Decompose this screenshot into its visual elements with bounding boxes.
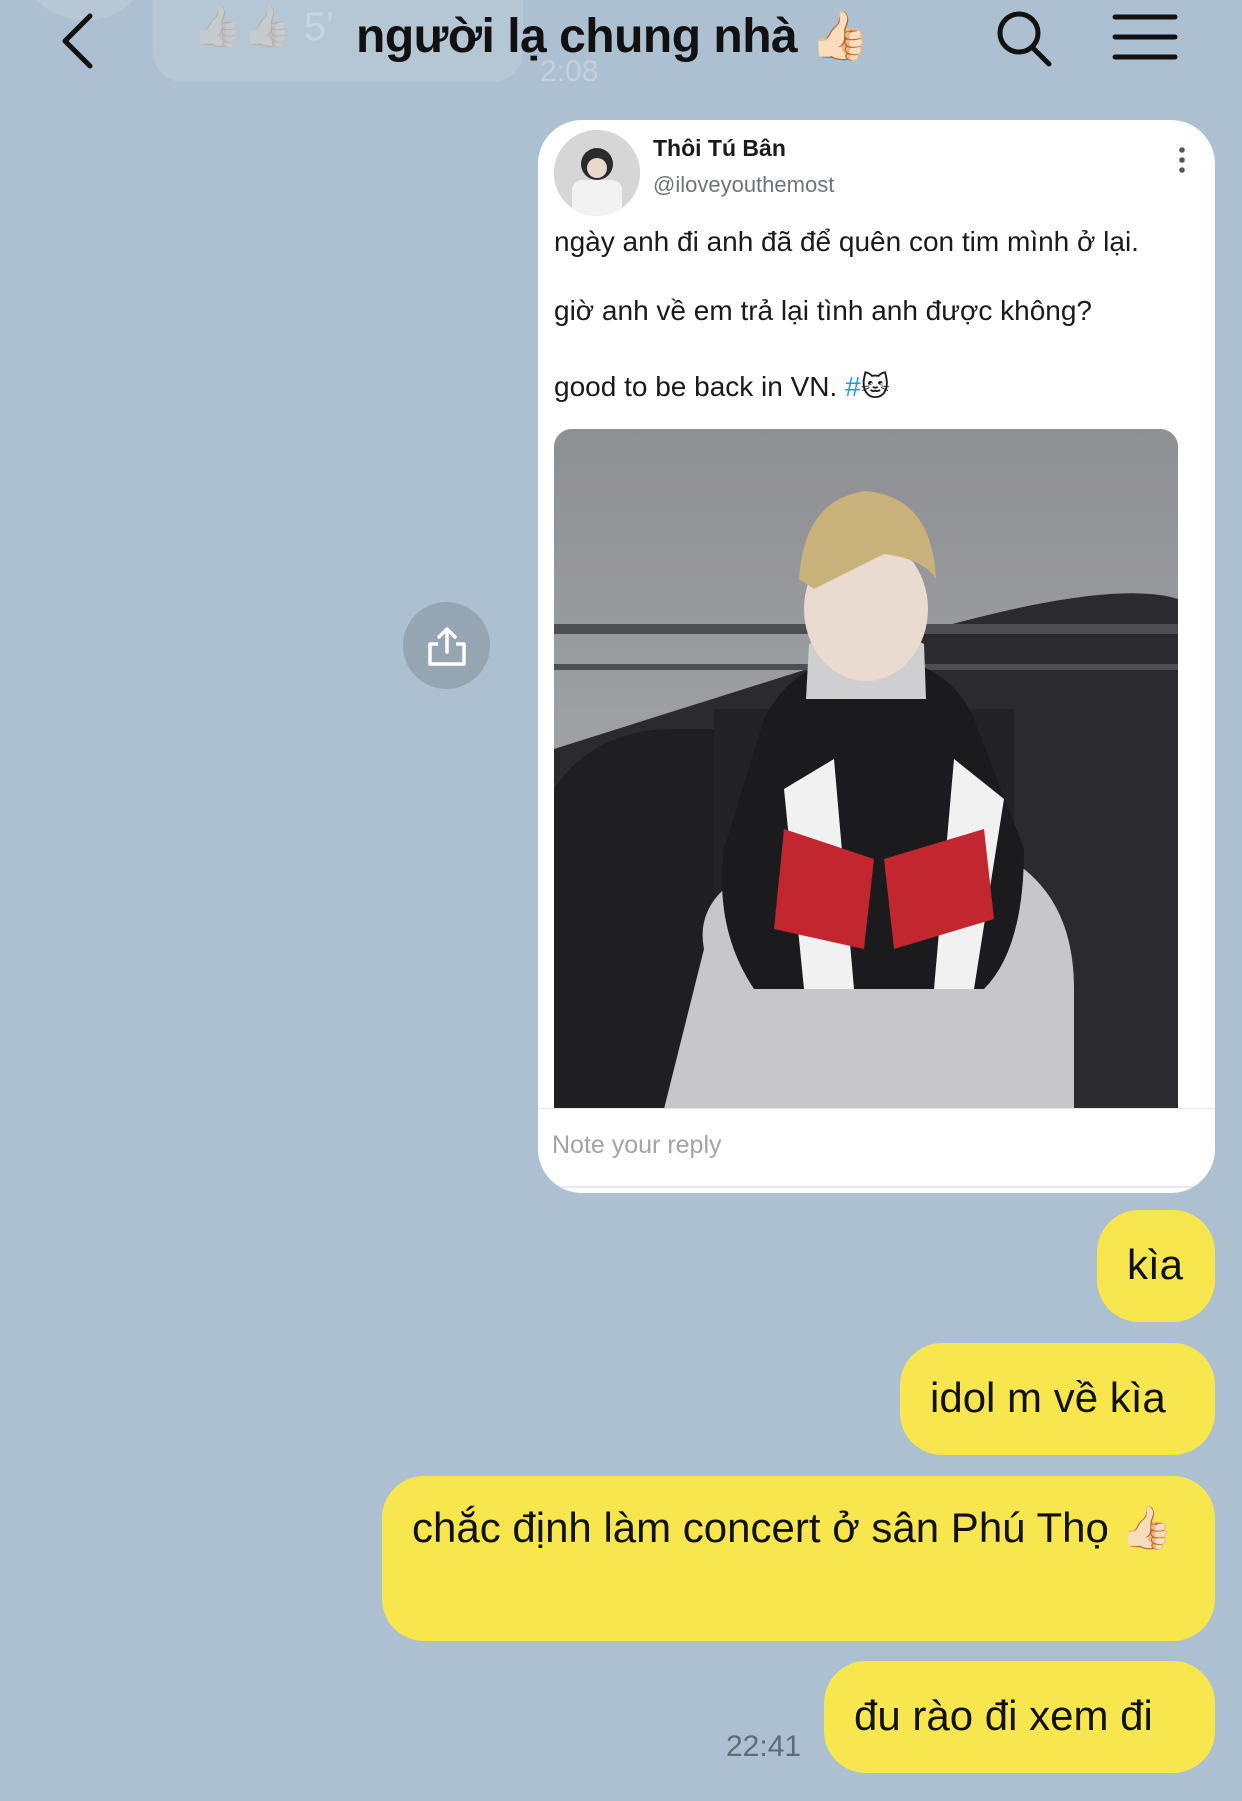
message-bubble[interactable]: kìa <box>1097 1210 1215 1322</box>
reply-input[interactable]: Note your reply <box>538 1108 1215 1188</box>
post-text-line: giờ anh về em trả lại tình anh được khôn… <box>554 295 1093 326</box>
back-button[interactable] <box>50 4 110 74</box>
hashtag-link[interactable]: # <box>845 371 861 402</box>
reply-placeholder: Note your reply <box>552 1131 722 1159</box>
hamburger-menu-icon <box>1112 14 1178 60</box>
kebab-menu-icon <box>1179 147 1185 173</box>
chat-title: người lạ chung nhà 👍🏻 <box>356 10 870 63</box>
search-button[interactable] <box>995 8 1055 70</box>
message-bubble[interactable]: đu rào đi xem đi <box>824 1661 1215 1773</box>
post-text-line: good to be back in VN. #🐱 <box>554 370 890 403</box>
chat-header: 👍🏻👍🏻 5' 2:08 người lạ chung nhà 👍🏻 <box>0 0 1242 100</box>
author-name[interactable]: Thôi Tú Bân <box>653 135 786 162</box>
shared-post-card[interactable]: Thôi Tú Bân @iloveyouthemost ngày anh đi… <box>538 120 1215 1193</box>
post-text-line: ngày anh đi anh đã để quên con tim mình … <box>554 226 1139 257</box>
cat-emoji: 🐱 <box>860 371 890 402</box>
post-text: good to be back in VN. <box>554 371 846 402</box>
message-timestamp: 22:41 <box>726 1730 802 1763</box>
menu-button[interactable] <box>1112 12 1178 62</box>
message-bubble[interactable]: idol m về kìa <box>900 1343 1215 1455</box>
share-icon <box>427 626 466 666</box>
ghost-message-text: 👍🏻👍🏻 5' <box>193 4 334 49</box>
author-handle[interactable]: @iloveyouthemost <box>653 172 834 198</box>
author-avatar[interactable] <box>554 130 640 216</box>
more-options-button[interactable] <box>1170 142 1194 182</box>
search-icon <box>997 11 1052 67</box>
post-photo[interactable] <box>554 429 1178 1109</box>
message-bubble[interactable]: chắc định làm concert ở sân Phú Thọ 👍🏻 <box>382 1476 1215 1641</box>
chevron-left-icon <box>62 13 93 69</box>
share-button[interactable] <box>403 602 490 689</box>
